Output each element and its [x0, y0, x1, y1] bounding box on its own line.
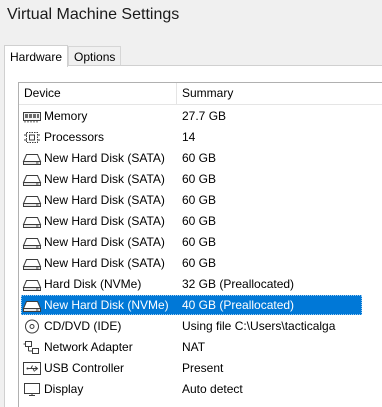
device-row[interactable]: Network Adapter NAT — [19, 337, 382, 358]
device-summary: 32 GB (Preallocated) — [182, 277, 295, 291]
device-name: Display — [44, 382, 84, 396]
device-row[interactable]: Display Auto detect — [19, 379, 382, 400]
hard-disk-icon — [22, 172, 42, 187]
device-row[interactable]: CD/DVD (IDE) Using file C:\Users\tactical… — [19, 316, 382, 337]
device-rows: Memory 27.7 GB Processors 14 New Hard Disk (… — [19, 106, 382, 400]
device-summary: 40 GB (Preallocated) — [182, 298, 295, 312]
device-summary: Auto detect — [182, 382, 243, 396]
hard-disk-icon — [22, 214, 42, 229]
device-summary: 27.7 GB — [182, 109, 227, 123]
hard-disk-icon — [22, 151, 42, 166]
device-summary: NAT — [182, 340, 206, 354]
device-name: New Hard Disk (SATA) — [44, 151, 165, 165]
device-list-header: Device Summary — [19, 83, 382, 105]
device-summary: 60 GB — [182, 235, 217, 249]
device-name: USB Controller — [44, 361, 125, 375]
column-divider[interactable] — [176, 83, 177, 104]
hard-disk-icon — [22, 298, 42, 313]
device-summary: 60 GB — [182, 256, 217, 270]
hard-disk-icon — [22, 235, 42, 250]
device-row[interactable]: New Hard Disk (SATA) 60 GB — [19, 169, 382, 190]
tab-hardware[interactable]: Hardware — [4, 45, 69, 67]
tab-options[interactable]: Options — [68, 46, 122, 66]
usb-icon — [22, 361, 42, 376]
device-summary: Present — [182, 361, 224, 375]
device-summary: 60 GB — [182, 214, 217, 228]
device-list[interactable]: Device Summary Memory 27.7 GB Processors 14… — [18, 82, 382, 407]
device-name: New Hard Disk (SATA) — [44, 256, 165, 270]
device-name: Hard Disk (NVMe) — [44, 277, 142, 291]
device-name: New Hard Disk (SATA) — [44, 172, 165, 186]
device-name: Processors — [44, 130, 105, 144]
device-row[interactable]: Memory 27.7 GB — [19, 106, 382, 127]
device-summary: Using file C:\Users\tacticalga — [182, 319, 336, 333]
device-row[interactable]: Processors 14 — [19, 127, 382, 148]
device-row[interactable]: New Hard Disk (SATA) 60 GB — [19, 190, 382, 211]
hard-disk-icon — [22, 256, 42, 271]
network-adapter-icon — [22, 340, 42, 355]
window-title: Virtual Machine Settings — [7, 6, 180, 23]
device-name: CD/DVD (IDE) — [44, 319, 122, 333]
device-summary: 60 GB — [182, 193, 217, 207]
display-icon — [22, 382, 42, 397]
device-name: New Hard Disk (SATA) — [44, 193, 165, 207]
device-name: Memory — [44, 109, 88, 123]
hard-disk-icon — [22, 193, 42, 208]
device-summary: 60 GB — [182, 172, 217, 186]
device-row[interactable]: Hard Disk (NVMe) 32 GB (Preallocated) — [19, 274, 382, 295]
memory-icon — [22, 109, 42, 124]
device-row[interactable]: New Hard Disk (SATA) 60 GB — [19, 232, 382, 253]
device-row[interactable]: New Hard Disk (SATA) 60 GB — [19, 148, 382, 169]
device-name: New Hard Disk (SATA) — [44, 235, 165, 249]
processor-icon — [22, 130, 42, 145]
device-row[interactable]: USB Controller Present — [19, 358, 382, 379]
device-row[interactable]: New Hard Disk (NVMe) 40 GB (Preallocated) — [19, 295, 382, 316]
device-name: New Hard Disk (SATA) — [44, 214, 165, 228]
device-name: New Hard Disk (NVMe) — [44, 298, 169, 312]
hard-disk-icon — [22, 277, 42, 292]
cd-dvd-icon — [22, 319, 42, 334]
device-row[interactable]: New Hard Disk (SATA) 60 GB — [19, 253, 382, 274]
device-summary: 60 GB — [182, 151, 217, 165]
device-summary: 14 — [182, 130, 196, 144]
device-name: Network Adapter — [44, 340, 133, 354]
device-column-header[interactable]: Device — [24, 83, 61, 104]
hardware-tab-panel: Device Summary Memory 27.7 GB Processors 14… — [4, 65, 382, 407]
summary-column-header[interactable]: Summary — [182, 83, 233, 104]
device-row[interactable]: New Hard Disk (SATA) 60 GB — [19, 211, 382, 232]
tab-bar: Hardware Options — [4, 44, 122, 67]
